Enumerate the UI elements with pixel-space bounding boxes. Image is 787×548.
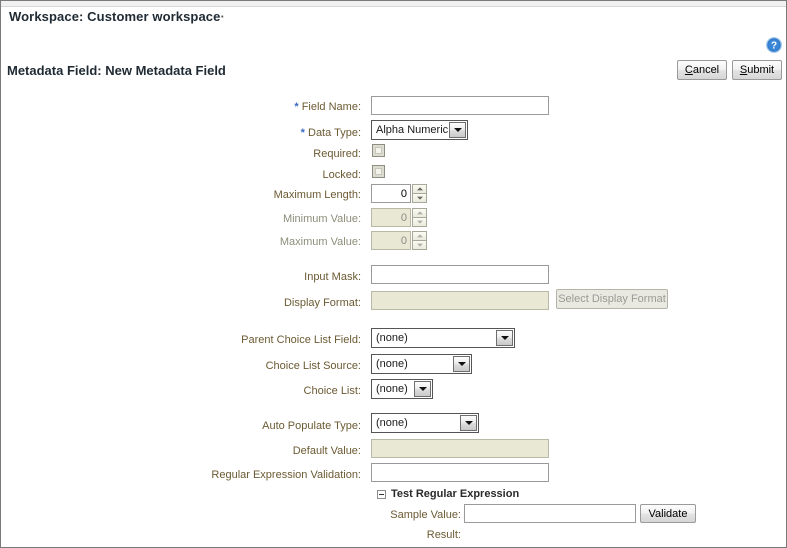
spinner-down-icon <box>412 240 427 250</box>
auto-populate-type-select[interactable]: (none) <box>371 413 479 433</box>
label-sample-value: Sample Value: <box>301 508 461 522</box>
label-data-type: * Data Type: <box>181 126 361 140</box>
data-type-value: Alpha Numeric <box>376 124 449 136</box>
maximum-length-spin-buttons[interactable] <box>412 184 427 203</box>
label-data-type-text: Data Type: <box>308 127 361 139</box>
sample-value-input[interactable] <box>464 504 636 523</box>
label-input-mask-text: Input Mask: <box>304 271 361 283</box>
label-minimum-value: Minimum Value: <box>181 212 361 226</box>
chevron-down-icon[interactable] <box>449 122 466 138</box>
maximum-length-stepper[interactable] <box>371 184 428 203</box>
label-display-format-text: Display Format: <box>283 297 361 309</box>
help-question-icon[interactable]: ? <box>766 37 782 53</box>
svg-text:?: ? <box>771 41 777 52</box>
label-maximum-value: Maximum Value: <box>181 235 361 249</box>
test-regex-heading: Test Regular Expression <box>391 488 520 500</box>
locked-checkbox[interactable] <box>372 165 385 178</box>
label-field-name-text: Field Name: <box>301 101 361 113</box>
spinner-down-icon[interactable] <box>412 193 427 203</box>
chevron-down-icon[interactable] <box>453 356 470 372</box>
field-name-input[interactable] <box>371 96 549 115</box>
label-sample-value-text: Sample Value: <box>390 509 461 521</box>
label-maximum-length-text: Maximum Length: <box>273 189 361 201</box>
choice-list-source-value: (none) <box>376 358 408 370</box>
required-asterisk: * <box>294 101 299 113</box>
chevron-down-icon[interactable] <box>460 415 477 431</box>
validate-button[interactable]: Validate <box>640 504 696 523</box>
chevron-down-icon[interactable] <box>496 330 513 346</box>
label-regular-expression-validation-text: Regular Expression Validation: <box>211 469 361 481</box>
label-result: Result: <box>301 528 461 542</box>
parent-choice-list-field-value: (none) <box>376 332 408 344</box>
label-minimum-value-text: Minimum Value: <box>282 213 361 225</box>
maximum-value-spin-buttons <box>412 231 427 250</box>
label-maximum-length: Maximum Length: <box>181 188 361 202</box>
parent-choice-list-field-select[interactable]: (none) <box>371 328 515 348</box>
label-input-mask: Input Mask: <box>181 270 361 284</box>
regular-expression-validation-input[interactable] <box>371 463 549 482</box>
label-default-value: Default Value: <box>171 444 361 458</box>
required-asterisk: * <box>300 127 305 139</box>
display-format-input <box>371 291 549 310</box>
label-required: Required: <box>181 147 361 161</box>
label-locked-text: Locked: <box>322 169 361 181</box>
label-maximum-value-text: Maximum Value: <box>279 236 361 248</box>
label-choice-list-source: Choice List Source: <box>171 359 361 373</box>
test-regex-collapse-icon[interactable] <box>377 490 386 499</box>
input-mask-input[interactable] <box>371 265 549 284</box>
page-title: Metadata Field: New Metadata Field <box>7 63 226 78</box>
minimum-value-spin-buttons <box>412 208 427 227</box>
label-choice-list: Choice List: <box>171 384 361 398</box>
label-auto-populate-type: Auto Populate Type: <box>171 419 361 433</box>
choice-list-value: (none) <box>376 383 408 395</box>
data-type-select[interactable]: Alpha Numeric <box>371 120 468 140</box>
label-result-text: Result: <box>426 529 461 541</box>
spinner-down-icon <box>412 217 427 227</box>
submit-label: ubmit <box>747 64 775 76</box>
cancel-label: ancel <box>692 64 720 76</box>
choice-list-select[interactable]: (none) <box>371 379 433 399</box>
label-parent-choice-list-field: Parent Choice List Field: <box>171 333 361 347</box>
metadata-field-page: Workspace: Customer workspace· ? Metadat… <box>0 0 787 548</box>
default-value-input <box>371 439 549 458</box>
workspace-title-text: Workspace: Customer workspace <box>9 9 221 24</box>
minimum-value-stepper <box>371 208 428 227</box>
cancel-accel: C <box>684 64 693 76</box>
label-auto-populate-type-text: Auto Populate Type: <box>262 420 361 432</box>
label-choice-list-text: Choice List: <box>303 385 361 397</box>
choice-list-source-select[interactable]: (none) <box>371 354 472 374</box>
workspace-title: Workspace: Customer workspace· <box>9 9 225 24</box>
cancel-button[interactable]: Cancel <box>677 60 727 80</box>
label-display-format: Display Format: <box>181 296 361 310</box>
required-checkbox[interactable] <box>372 144 385 157</box>
label-regular-expression-validation: Regular Expression Validation: <box>151 468 361 482</box>
label-field-name: * Field Name: <box>181 100 361 114</box>
top-strip <box>1 1 786 7</box>
label-locked: Locked: <box>181 168 361 182</box>
submit-button[interactable]: Submit <box>732 60 782 80</box>
label-choice-list-source-text: Choice List Source: <box>265 360 361 372</box>
label-required-text: Required: <box>313 148 361 160</box>
chevron-down-icon[interactable] <box>414 381 431 397</box>
auto-populate-type-value: (none) <box>376 417 408 429</box>
select-display-format-button: Select Display Format <box>556 289 668 309</box>
label-default-value-text: Default Value: <box>292 445 361 457</box>
minimum-value-input <box>371 208 411 227</box>
maximum-value-input <box>371 231 411 250</box>
workspace-title-tick: · <box>220 9 225 24</box>
maximum-value-stepper <box>371 231 428 250</box>
label-parent-choice-list-field-text: Parent Choice List Field: <box>241 334 361 346</box>
maximum-length-input[interactable] <box>371 184 411 203</box>
